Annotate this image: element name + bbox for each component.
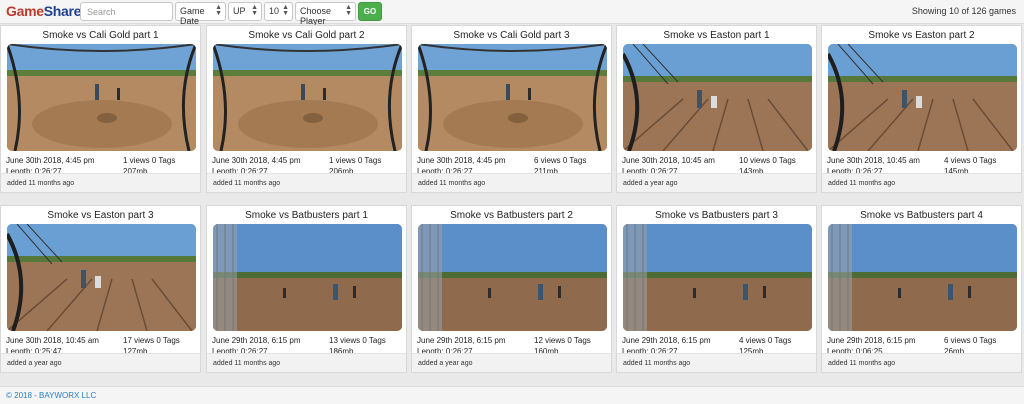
select-caret-icon: ▲ ▼ (215, 4, 222, 17)
game-title[interactable]: Smoke vs Batbusters part 1 (207, 210, 406, 221)
select-caret-icon: ▲ ▼ (282, 4, 289, 17)
game-title[interactable]: Smoke vs Easton part 1 (617, 30, 816, 41)
card-footer: added 11 months ago (412, 173, 611, 192)
app-logo[interactable]: GameShare (6, 3, 81, 19)
added-time: added 11 months ago (7, 180, 75, 187)
video-thumbnail[interactable] (418, 224, 607, 331)
game-views-tags: 1 views 0 Tags (329, 156, 382, 165)
top-navbar: GameShare Game Date▲▼ UP▲▼ 10▲▼ Choose P… (0, 0, 1024, 26)
select-caret-icon: ▲ ▼ (251, 4, 258, 17)
game-card[interactable]: Smoke vs Cali Gold part 1 June 30th 2018,… (0, 25, 201, 193)
added-time: added 11 months ago (828, 360, 896, 367)
video-thumbnail[interactable] (213, 44, 402, 151)
game-views-tags: 13 views 0 Tags (329, 336, 386, 345)
video-thumbnail[interactable] (7, 224, 196, 331)
video-thumbnail[interactable] (623, 44, 812, 151)
game-views-tags: 17 views 0 Tags (123, 336, 180, 345)
logo-text-share: Share (43, 3, 82, 19)
video-thumbnail[interactable] (7, 44, 196, 151)
game-title[interactable]: Smoke vs Cali Gold part 2 (207, 30, 406, 41)
video-thumbnail[interactable] (418, 44, 607, 151)
game-card[interactable]: Smoke vs Easton part 2 June 30th 2018, 10… (821, 25, 1022, 193)
card-footer: added 11 months ago (822, 173, 1021, 192)
card-footer: added 11 months ago (617, 353, 816, 372)
video-thumbnail[interactable] (623, 224, 812, 331)
search-input[interactable] (80, 2, 173, 21)
added-time: added 11 months ago (213, 180, 281, 187)
game-views-tags: 1 views 0 Tags (123, 156, 176, 165)
video-thumbnail[interactable] (828, 44, 1017, 151)
game-title[interactable]: Smoke vs Easton part 3 (1, 210, 200, 221)
added-time: added a year ago (623, 180, 678, 187)
game-card[interactable]: Smoke vs Cali Gold part 3 June 30th 2018,… (411, 25, 612, 193)
game-title[interactable]: Smoke vs Cali Gold part 3 (412, 30, 611, 41)
added-time: added 11 months ago (418, 180, 486, 187)
game-title[interactable]: Smoke vs Batbusters part 2 (412, 210, 611, 221)
page-size-select[interactable]: 10 ▲ ▼ (264, 2, 293, 21)
game-views-tags: 12 views 0 Tags (534, 336, 591, 345)
go-button[interactable]: GO (358, 2, 382, 21)
added-time: added a year ago (7, 360, 62, 367)
card-footer: added a year ago (1, 353, 200, 372)
player-select[interactable]: Choose Player ▲ ▼ (295, 2, 356, 26)
logo-text-game: Game (6, 3, 44, 19)
added-time: added 11 months ago (828, 180, 896, 187)
game-views-tags: 6 views 0 Tags (944, 336, 997, 345)
game-views-tags: 10 views 0 Tags (739, 156, 796, 165)
game-title[interactable]: Smoke vs Batbusters part 4 (822, 210, 1021, 221)
card-footer: added 11 months ago (207, 173, 406, 192)
card-footer: added 11 months ago (822, 353, 1021, 372)
select-caret-icon: ▲ ▼ (345, 4, 352, 17)
game-title[interactable]: Smoke vs Cali Gold part 1 (1, 30, 200, 41)
sort-direction-value: UP (233, 6, 246, 16)
footer: © 2018 - BAYWORX LLC (0, 386, 1024, 404)
game-card[interactable]: Smoke vs Easton part 3 June 30th 2018, 10… (0, 205, 201, 373)
results-count: Showing 10 of 126 games (911, 6, 1016, 16)
game-card[interactable]: Smoke vs Cali Gold part 2 June 30th 2018,… (206, 25, 407, 193)
game-title[interactable]: Smoke vs Easton part 2 (822, 30, 1021, 41)
game-card[interactable]: Smoke vs Batbusters part 1 June 29th 2018… (206, 205, 407, 373)
game-card[interactable]: Smoke vs Batbusters part 4 June 29th 2018… (821, 205, 1022, 373)
sort-field-value: Game Date (180, 6, 205, 26)
sort-field-select[interactable]: Game Date ▲ ▼ (175, 2, 226, 26)
game-views-tags: 4 views 0 Tags (739, 336, 792, 345)
card-footer: added a year ago (617, 173, 816, 192)
game-card[interactable]: Smoke vs Easton part 1 June 30th 2018, 10… (616, 25, 817, 193)
game-card[interactable]: Smoke vs Batbusters part 3 June 29th 2018… (616, 205, 817, 373)
card-footer: added 11 months ago (207, 353, 406, 372)
card-footer: added 11 months ago (1, 173, 200, 192)
game-title[interactable]: Smoke vs Batbusters part 3 (617, 210, 816, 221)
video-thumbnail[interactable] (213, 224, 402, 331)
page-size-value: 10 (269, 6, 280, 16)
added-time: added 11 months ago (213, 360, 281, 367)
game-card[interactable]: Smoke vs Batbusters part 2 June 29th 2018… (411, 205, 612, 373)
game-views-tags: 4 views 0 Tags (944, 156, 997, 165)
sort-direction-select[interactable]: UP ▲ ▼ (228, 2, 262, 21)
added-time: added 11 months ago (623, 360, 691, 367)
card-footer: added a year ago (412, 353, 611, 372)
game-views-tags: 6 views 0 Tags (534, 156, 587, 165)
copyright-link[interactable]: © 2018 - BAYWORX LLC (6, 391, 96, 400)
added-time: added a year ago (418, 360, 473, 367)
player-select-value: Choose Player (300, 6, 332, 26)
video-thumbnail[interactable] (828, 224, 1017, 331)
